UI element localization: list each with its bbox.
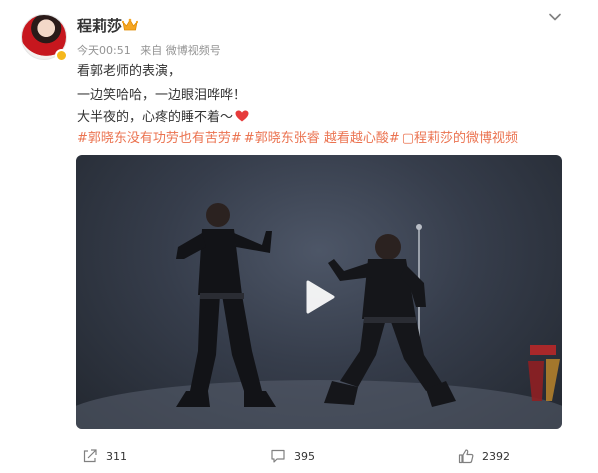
action-bar: 311 395 2392 xyxy=(0,440,598,470)
heart-icon xyxy=(235,110,249,122)
hashtag-link[interactable]: #郭晓东张睿 越看越心酸# xyxy=(244,131,400,146)
post-text-line: 一边笑哈哈，一边眼泪哗哗！ xyxy=(77,88,247,103)
video-link[interactable]: ▢程莉莎的微博视频 xyxy=(402,131,518,146)
crown-icon xyxy=(122,18,138,31)
share-button[interactable]: 311 xyxy=(82,448,127,464)
comment-count: 395 xyxy=(294,449,315,463)
like-icon xyxy=(458,449,474,464)
comment-button[interactable]: 395 xyxy=(270,448,315,464)
share-icon xyxy=(83,449,97,463)
post-source: 来自 微博视频号 xyxy=(140,44,221,57)
verified-badge-icon xyxy=(55,49,68,62)
play-icon[interactable] xyxy=(297,276,339,318)
post-meta: 今天00:51 来自 微博视频号 xyxy=(77,44,227,58)
hashtag-line: #郭晓东没有功劳也有苦劳# #郭晓东张睿 越看越心酸# ▢程莉莎的微博视频 xyxy=(77,130,520,148)
like-button[interactable]: 2392 xyxy=(458,448,510,464)
comment-icon xyxy=(271,449,285,463)
hashtag-link[interactable]: #郭晓东没有功劳也有苦劳# xyxy=(77,131,242,146)
username[interactable]: 程莉莎 xyxy=(77,17,122,35)
post-text-line: 大半夜的，心疼的睡不着～ xyxy=(77,110,234,125)
like-count: 2392 xyxy=(482,449,510,463)
weibo-post-card: 程莉莎 今天00:51 来自 微博视频号 看郭老师的表演， 一边笑哈哈，一边眼泪… xyxy=(0,0,598,473)
post-text-line: 看郭老师的表演， xyxy=(77,64,182,79)
post-text-line-with-heart: 大半夜的，心疼的睡不着～ xyxy=(77,109,249,127)
timestamp[interactable]: 今天00:51 xyxy=(77,44,131,57)
share-count: 311 xyxy=(106,449,127,463)
chevron-down-icon[interactable] xyxy=(548,10,562,24)
